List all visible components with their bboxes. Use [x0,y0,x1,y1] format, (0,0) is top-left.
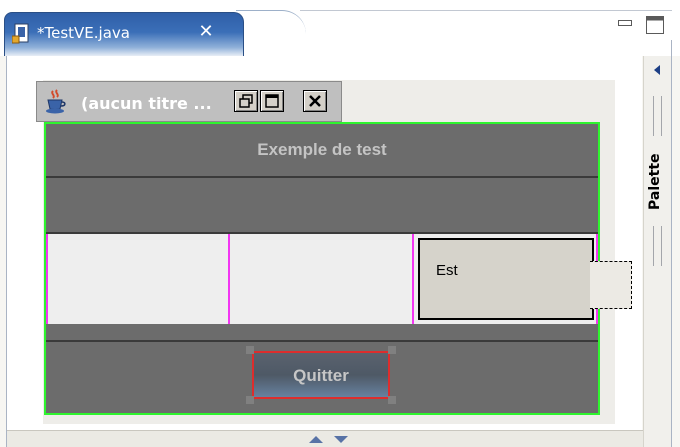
arrow-up-icon[interactable] [309,436,323,443]
jframe-title: (aucun titre ... [81,94,212,113]
maximize-frame-button[interactable] [260,90,284,112]
south-region[interactable]: Quitter [46,324,598,413]
selection-handle[interactable] [246,396,254,404]
frame-border-right [671,40,672,447]
java-cup-icon [46,89,66,114]
arrow-down-icon[interactable] [334,436,348,443]
separator [46,340,598,342]
triangle-left-icon[interactable] [652,64,662,76]
center-grid[interactable]: Est [46,234,598,324]
east-drag-outline [590,261,632,309]
grid-cell-west[interactable] [46,234,230,324]
iconify-icon [239,94,253,108]
minimize-icon[interactable] [618,20,632,30]
palette-label[interactable]: Palette [647,142,669,222]
tab-strip-line [300,10,672,11]
selection-handle[interactable] [388,396,396,404]
close-frame-button[interactable] [303,90,327,112]
jframe-titlebar[interactable]: (aucun titre ... [36,81,342,122]
selection-handle[interactable] [246,346,254,354]
tab-title: *TestVE.java [37,24,130,42]
north-region[interactable] [46,178,598,234]
bottom-sash[interactable] [7,430,643,447]
maximize-icon[interactable] [646,16,664,34]
close-icon[interactable]: ✕ [196,22,216,42]
palette-sidebar[interactable]: Palette [643,56,671,447]
grid-cell-center[interactable] [230,234,414,324]
maximize-icon [265,94,279,108]
east-label-box[interactable]: Est [418,238,594,320]
visual-editor-view: *TestVE.java ✕ (aucun titre ... Exemple … [0,0,680,447]
east-label: Est [436,262,458,279]
selection-handle[interactable] [388,346,396,354]
palette-grip [653,96,662,136]
tab-curve-decoration [236,10,306,56]
java-file-icon [12,23,29,44]
close-icon [309,95,321,107]
quit-button-label: Quitter [293,366,349,385]
quit-button[interactable]: Quitter [252,351,390,399]
content-pane[interactable]: Exemple de test Est Quitter [44,122,600,415]
header-label: Exemple de test [257,140,387,159]
editor-tab-strip: *TestVE.java ✕ [0,0,680,56]
iconify-button[interactable] [234,90,258,112]
palette-grip [653,226,662,266]
